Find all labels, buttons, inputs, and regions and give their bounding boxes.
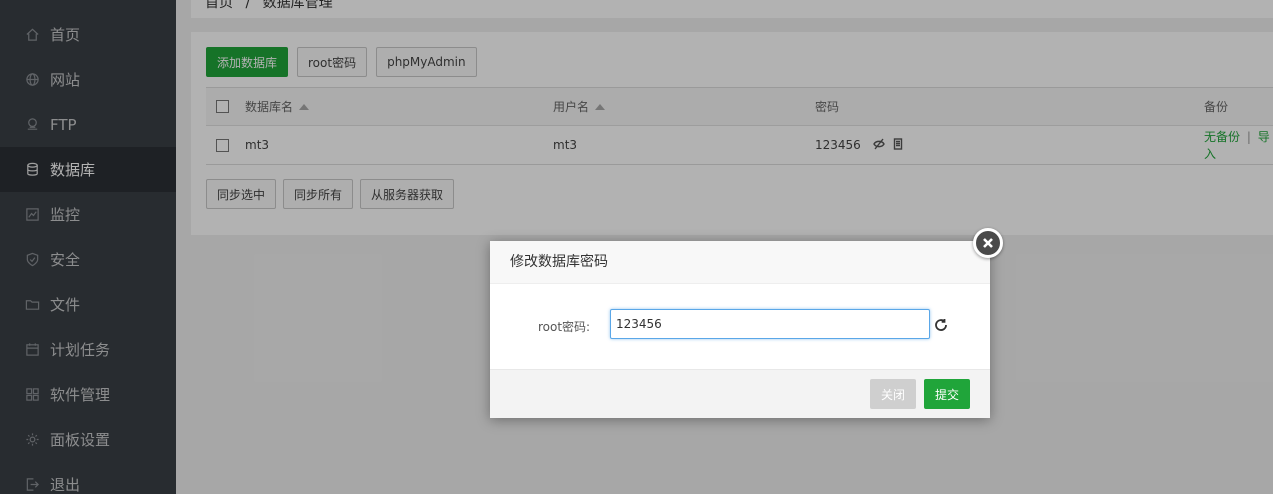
change-password-dialog: 修改数据库密码 root密码: 关闭 提交 xyxy=(490,241,990,418)
password-label: root密码: xyxy=(538,320,591,334)
close-button[interactable]: 关闭 xyxy=(870,379,917,409)
dialog-body: root密码: xyxy=(490,284,990,370)
refresh-icon[interactable] xyxy=(934,318,948,332)
password-input[interactable] xyxy=(610,309,930,339)
submit-button[interactable]: 提交 xyxy=(924,379,971,409)
close-icon[interactable] xyxy=(973,228,1003,258)
dialog-title: 修改数据库密码 xyxy=(490,241,990,284)
dialog-footer: 关闭 提交 xyxy=(490,369,990,418)
